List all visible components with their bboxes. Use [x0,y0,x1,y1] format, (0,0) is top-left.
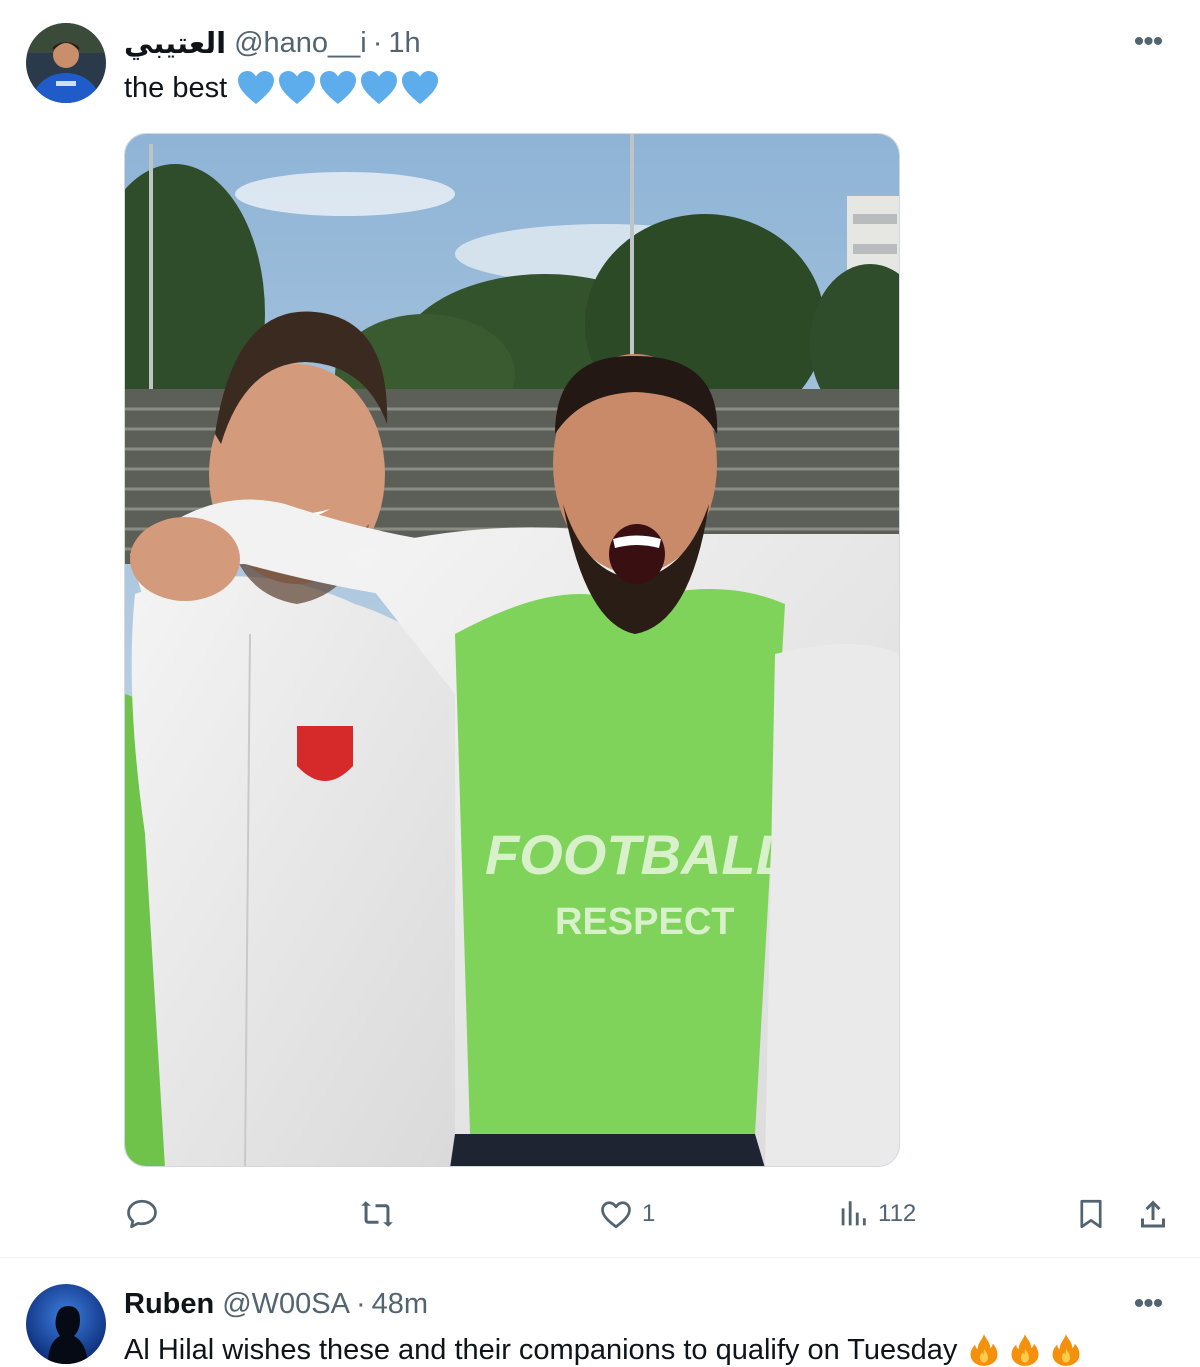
user-handle[interactable]: @hano__i [234,27,367,60]
separator: · [372,26,383,59]
like-button[interactable]: 1 [598,1188,655,1240]
timestamp[interactable]: 48m [372,1288,428,1321]
share-button[interactable] [1135,1188,1171,1240]
analytics-icon [841,1201,866,1226]
fire-icon [1052,1334,1080,1366]
avatar[interactable] [26,23,106,103]
tweet[interactable]: Ruben @W00SA · 48m ••• Al Hilal wishes t… [0,1258,1200,1367]
more-options-button[interactable]: ••• [1126,1284,1170,1324]
retweet-button[interactable] [358,1188,404,1240]
display-name[interactable]: Ruben [124,1288,214,1321]
bookmark-icon [1080,1199,1102,1229]
emoji-row [965,1331,1085,1367]
share-icon [1141,1200,1165,1228]
svg-text:RESPECT: RESPECT [555,901,734,943]
views-count: 112 [878,1200,917,1227]
separator: · [355,1287,366,1320]
views-button[interactable]: 112 [836,1188,916,1240]
tweet-text: Al Hilal wishes these and their companio… [124,1330,1085,1367]
retweet-icon [361,1201,393,1227]
user-handle[interactable]: @W00SA [222,1288,350,1321]
blue-heart-icon [279,71,316,104]
bookmark-button[interactable] [1074,1188,1108,1240]
fire-icon [1011,1334,1039,1366]
blue-heart-icon [402,71,439,104]
tweet[interactable]: العتيبي @hano__i · 1h ••• the best RESPE… [0,0,1200,1258]
tweet-header: العتيبي @hano__i · 1h [124,23,421,63]
timestamp[interactable]: 1h [388,27,420,60]
heart-icon [601,1201,631,1229]
tweet-header: Ruben @W00SA · 48m [124,1284,428,1324]
tweet-actions: 1 112 [0,1188,1200,1240]
blue-heart-icon [361,71,398,104]
svg-text:FOOTBALL: FOOTBALL [485,823,790,886]
reply-button[interactable] [124,1188,168,1240]
display-name[interactable]: العتيبي [124,26,226,61]
emoji-row [237,70,439,106]
tweet-text: the best [124,68,439,108]
avatar[interactable] [26,1284,106,1364]
tweet-text-content: the best [124,71,228,104]
tweet-text-content: Al Hilal wishes these and their companio… [124,1333,958,1366]
more-options-button[interactable]: ••• [1126,22,1170,62]
blue-heart-icon [238,71,275,104]
blue-heart-icon [320,71,357,104]
like-count: 1 [642,1200,656,1227]
fire-icon [970,1334,998,1366]
tweet-photo[interactable]: RESPECT FOOTBALL [124,133,900,1167]
reply-icon [127,1199,157,1229]
